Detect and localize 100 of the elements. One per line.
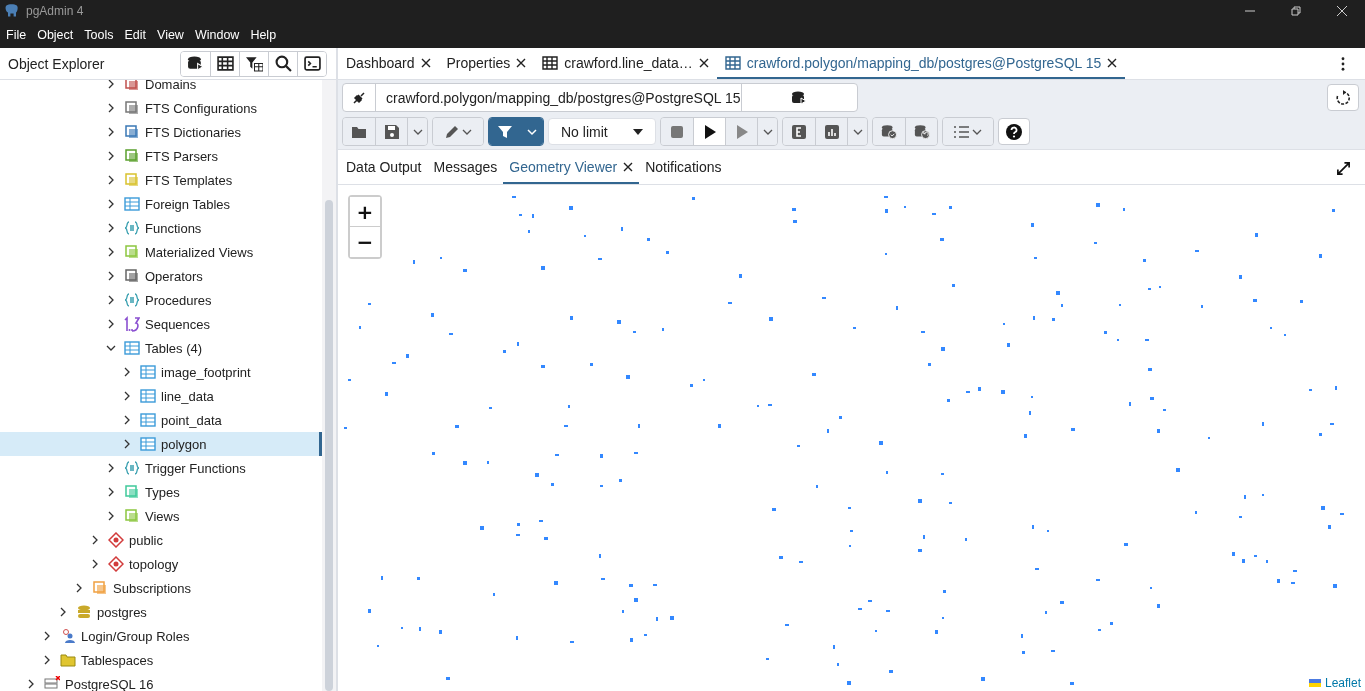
tree-item[interactable]: point_data	[0, 408, 322, 432]
point-marker	[946, 398, 950, 402]
chevron-right-icon[interactable]	[74, 583, 84, 593]
menu-item[interactable]: Edit	[124, 28, 147, 42]
more-options-icon[interactable]	[1341, 56, 1345, 71]
menu-item[interactable]: View	[157, 28, 184, 42]
psql-button[interactable]	[297, 51, 326, 76]
chevron-right-icon[interactable]	[122, 367, 132, 377]
tree-item[interactable]: FTS Parsers	[0, 144, 322, 168]
chevron-right-icon[interactable]	[122, 391, 132, 401]
close-icon[interactable]	[516, 57, 527, 68]
expand-icon[interactable]	[1336, 160, 1351, 176]
tree-item[interactable]: postgres	[0, 600, 322, 624]
chevron-right-icon[interactable]	[42, 655, 52, 665]
tree-item[interactable]: Views	[0, 504, 322, 528]
chevron-right-icon[interactable]	[122, 415, 132, 425]
point-marker	[949, 501, 953, 504]
chevron-right-icon[interactable]	[106, 271, 116, 281]
editor-tab[interactable]: Dashboard	[338, 48, 439, 79]
chevron-right-icon[interactable]	[106, 103, 116, 113]
chevron-right-icon[interactable]	[26, 679, 36, 689]
tree-item[interactable]: Trigger Functions	[0, 456, 322, 480]
attribution-link[interactable]: Leaflet	[1324, 676, 1361, 690]
tree-item[interactable]: Operators	[0, 264, 322, 288]
execute-button[interactable]	[693, 118, 725, 145]
menu-item[interactable]: File	[6, 28, 27, 42]
point-marker	[1148, 368, 1152, 372]
close-icon[interactable]	[420, 57, 431, 68]
chevron-right-icon[interactable]	[106, 463, 116, 473]
menu-item[interactable]: Tools	[84, 28, 114, 42]
connection-field[interactable]: crawford.polygon/mapping_db/postgres@PostgreSQL 15	[342, 83, 858, 112]
chevron-right-icon[interactable]	[106, 319, 116, 329]
chevron-right-icon[interactable]	[106, 223, 116, 233]
tree-item[interactable]: line_data	[0, 384, 322, 408]
tree-item[interactable]: Tablespaces	[0, 648, 322, 672]
rollback-button[interactable]	[905, 118, 937, 145]
editor-tab[interactable]: Properties	[438, 48, 535, 79]
tree-item[interactable]: public	[0, 528, 322, 552]
dropdown-button[interactable]	[521, 118, 543, 145]
tree-item[interactable]: Subscriptions	[0, 576, 322, 600]
chevron-right-icon[interactable]	[106, 151, 116, 161]
help-button[interactable]	[998, 118, 1030, 145]
tree-item[interactable]: Domains	[0, 80, 322, 96]
point-marker	[535, 473, 540, 478]
tree-item[interactable]: FTS Templates	[0, 168, 322, 192]
result-tab[interactable]: Messages	[427, 152, 504, 184]
point-marker	[570, 316, 574, 320]
result-tab[interactable]: Notifications	[639, 152, 728, 184]
tree-item[interactable]: image_footprint	[0, 360, 322, 384]
chevron-right-icon[interactable]	[106, 80, 116, 89]
tree-item[interactable]: Tables (4)	[0, 336, 322, 360]
chevron-right-icon[interactable]	[106, 247, 116, 257]
chevron-right-icon[interactable]	[106, 295, 116, 305]
zoom-in-button[interactable]: +	[350, 197, 380, 227]
point-marker	[771, 507, 776, 511]
tree-item[interactable]: FTS Dictionaries	[0, 120, 322, 144]
tree-item[interactable]: PostgreSQL 16	[0, 672, 322, 691]
tree-item[interactable]: Foreign Tables	[0, 192, 322, 216]
scrollbar-thumb[interactable]	[325, 200, 333, 691]
editor-tab[interactable]: crawford.line_data…	[534, 48, 717, 79]
point-marker	[516, 341, 519, 346]
result-tab[interactable]: Data Output	[340, 152, 428, 184]
chevron-right-icon[interactable]	[106, 487, 116, 497]
chevron-right-icon[interactable]	[42, 631, 52, 641]
limit-dropdown[interactable]: No limit	[548, 118, 656, 145]
filter-button[interactable]	[489, 118, 521, 145]
close-icon[interactable]	[698, 57, 709, 68]
chevron-right-icon[interactable]	[106, 511, 116, 521]
tree-item[interactable]: Login/Group Roles	[0, 624, 322, 648]
refresh-button[interactable]	[1327, 84, 1359, 111]
chevron-right-icon[interactable]	[58, 607, 68, 617]
tree-item[interactable]: Functions	[0, 216, 322, 240]
chevron-right-icon[interactable]	[122, 439, 132, 449]
tree-item[interactable]: topology	[0, 552, 322, 576]
point-marker	[977, 386, 981, 391]
tree-item[interactable]: Sequences	[0, 312, 322, 336]
close-icon[interactable]	[1107, 57, 1118, 68]
chevron-right-icon[interactable]	[106, 175, 116, 185]
point-marker	[799, 560, 804, 563]
close-icon[interactable]	[623, 162, 634, 172]
point-marker	[1277, 579, 1281, 583]
chevron-right-icon[interactable]	[90, 535, 100, 545]
tree-item[interactable]: Types	[0, 480, 322, 504]
stop-icon	[669, 123, 685, 140]
chevron-right-icon[interactable]	[106, 199, 116, 209]
menu-item[interactable]: Window	[194, 28, 240, 42]
chevron-down-icon[interactable]	[106, 343, 116, 353]
tree-item[interactable]: Procedures	[0, 288, 322, 312]
edit-button[interactable]	[433, 118, 483, 145]
macros-button[interactable]	[943, 118, 993, 145]
tree-item[interactable]: Materialized Views	[0, 240, 322, 264]
menu-item[interactable]: Help	[250, 28, 277, 42]
tree-item[interactable]: polygon	[0, 432, 322, 456]
point-marker	[886, 471, 889, 475]
menu-item[interactable]: Object	[37, 28, 74, 42]
point-marker	[647, 238, 651, 241]
restore-icon[interactable]	[1291, 6, 1301, 16]
chevron-right-icon[interactable]	[90, 559, 100, 569]
chevron-right-icon[interactable]	[106, 127, 116, 137]
tree-item[interactable]: FTS Configurations	[0, 96, 322, 120]
